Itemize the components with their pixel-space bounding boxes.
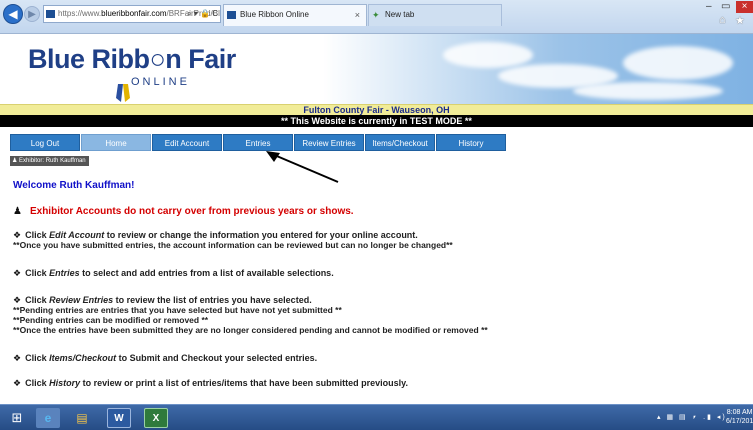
- taskbar-clock[interactable]: 8:08 AM 6/17/201: [726, 408, 753, 426]
- screen: ◀ ▶ https://www.blueribbonfair.com/BRFai…: [0, 0, 753, 430]
- home-button[interactable]: Home: [81, 134, 151, 151]
- clock-date: 6/17/201: [726, 418, 753, 425]
- review-entries-link-text: Review Entries: [49, 295, 114, 305]
- review-entries-instructions: ❖ Click Review Entries to review the list…: [13, 295, 488, 335]
- edit-account-link-text: Edit Account: [49, 230, 105, 240]
- history-button[interactable]: History: [436, 134, 506, 151]
- review-note-2: **Pending entries can be modified or rem…: [13, 315, 209, 325]
- annotation-arrow-icon: [266, 151, 339, 183]
- file-explorer-folder-icon[interactable]: ▤: [70, 408, 94, 428]
- excel-icon[interactable]: X: [144, 408, 168, 428]
- logo-subtitle: ONLINE: [131, 76, 190, 88]
- restore-icon[interactable]: ▭: [721, 1, 730, 12]
- url-prefix: https://www.: [58, 9, 102, 18]
- clock-time: 8:08 AM: [726, 409, 753, 416]
- tab-favicon-icon: [227, 11, 236, 19]
- tab-close-icon[interactable]: ×: [355, 5, 360, 25]
- info-icon: ❖: [13, 230, 22, 240]
- welcome-message: Welcome Ruth Kauffman!: [13, 180, 135, 191]
- address-controls[interactable]: ⌕ ▾ 🔒 C: [187, 6, 218, 22]
- info-icon: ❖: [13, 378, 22, 388]
- user-icon: ♟: [12, 158, 20, 164]
- tab-new-tab[interactable]: ✦ New tab: [368, 4, 502, 26]
- close-icon[interactable]: ×: [736, 1, 753, 13]
- edit-account-note: **Once you have submitted entries, the a…: [13, 240, 453, 250]
- edit-account-button[interactable]: Edit Account: [152, 134, 222, 151]
- home-icon[interactable]: ⌂: [719, 14, 726, 26]
- windows-taskbar: ⊞ e ▤ W X ▴ ▦ ▤ ⎖ .▮ ◂) 8:08 AM 6/17/201: [0, 404, 753, 430]
- fair-title: Fulton County Fair - Wauseon, OH: [0, 104, 753, 115]
- sky-background: [323, 34, 753, 104]
- review-note-3: **Once the entries have been submitted t…: [13, 325, 488, 335]
- back-arrow-icon[interactable]: ◀: [3, 4, 23, 24]
- warning-text: Exhibitor Accounts do not carry over fro…: [29, 206, 354, 217]
- exhibitor-badge: ♟ Exhibitor: Ruth Kauffman: [10, 156, 89, 166]
- entries-button[interactable]: Entries: [223, 134, 293, 151]
- history-instructions: ❖ Click History to review or print a list…: [13, 378, 409, 388]
- tab-label: Blue Ribbon Online: [240, 10, 309, 19]
- review-note-1: **Pending entries are entries that you h…: [13, 305, 342, 315]
- internet-explorer-icon[interactable]: e: [36, 408, 60, 428]
- warning-row: ♟ Exhibitor Accounts do not carry over fr…: [13, 206, 354, 217]
- edit-account-instructions: ❖ Click Edit Account to review or change …: [13, 230, 453, 250]
- system-tray-icons[interactable]: ▴ ▦ ▤ ⎖ .▮ ◂): [657, 413, 727, 422]
- items-checkout-button[interactable]: Items/Checkout: [365, 134, 435, 151]
- logout-button[interactable]: Log Out: [10, 134, 80, 151]
- checkout-instructions: ❖ Click Items/Checkout to Submit and Chec…: [13, 353, 318, 363]
- info-icon: ❖: [13, 353, 22, 363]
- ribbon-icon: [116, 84, 130, 102]
- test-mode-banner: ** This Website is currently in TEST MOD…: [0, 115, 753, 127]
- star-icon[interactable]: ★: [735, 14, 745, 27]
- exhibitor-label: Exhibitor: Ruth Kauffman: [19, 158, 86, 164]
- logo-text: Blue Ribb○n Fair: [28, 44, 236, 74]
- address-bar[interactable]: https://www.blueribbonfair.com/BRFairPro…: [43, 5, 221, 23]
- info-icon: ❖: [13, 268, 22, 278]
- url-domain: blueribbonfair.com: [101, 9, 167, 18]
- forward-arrow-icon[interactable]: ▶: [24, 6, 40, 22]
- new-tab-icon: ✦: [372, 10, 380, 20]
- checkout-link-text: Items/Checkout: [49, 353, 117, 363]
- entries-link-text: Entries: [49, 268, 80, 278]
- tab-label: New tab: [385, 10, 415, 19]
- review-entries-button[interactable]: Review Entries: [294, 134, 364, 151]
- minimize-icon[interactable]: –: [706, 1, 712, 12]
- history-link-text: History: [49, 378, 81, 388]
- start-windows-icon[interactable]: ⊞: [5, 408, 29, 428]
- info-icon: ❖: [13, 295, 22, 305]
- browser-toolbar: ◀ ▶ https://www.blueribbonfair.com/BRFai…: [0, 0, 753, 34]
- site-favicon-icon: [46, 10, 55, 18]
- word-icon[interactable]: W: [107, 408, 131, 428]
- user-icon: ♟: [13, 206, 22, 217]
- site-banner: Blue Ribb○n Fair ONLINE: [0, 34, 753, 104]
- tab-blue-ribbon-online[interactable]: Blue Ribbon Online ×: [223, 4, 367, 26]
- entries-instructions: ❖ Click Entries to select and add entries…: [13, 268, 334, 278]
